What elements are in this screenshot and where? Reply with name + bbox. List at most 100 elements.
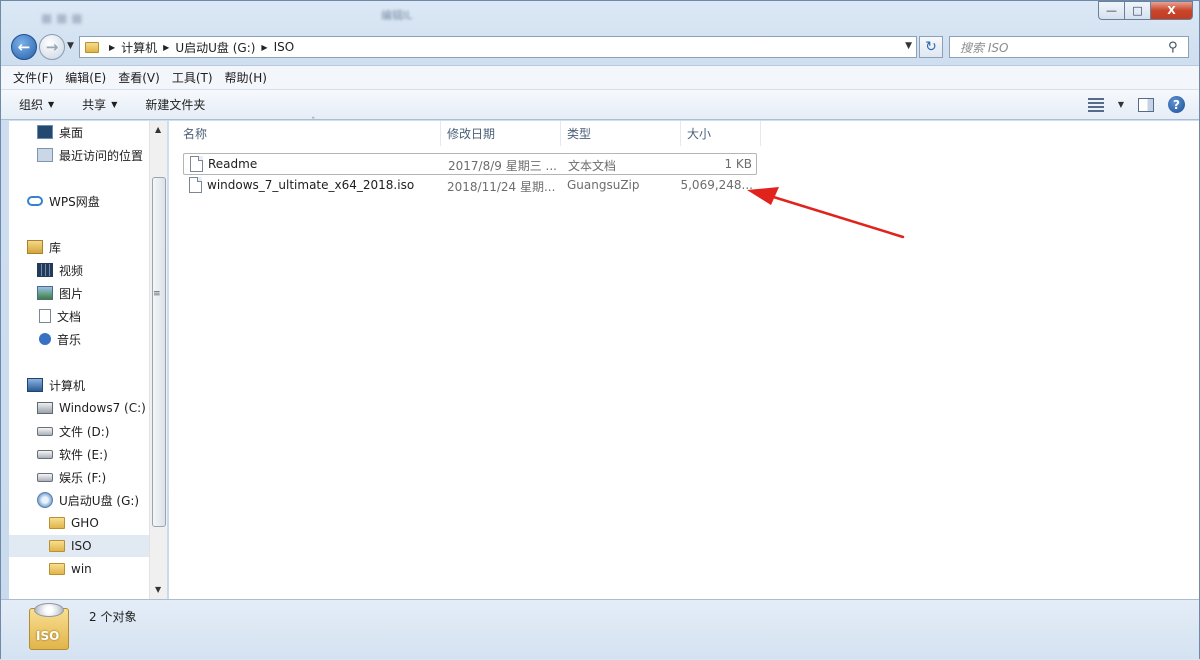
search-input[interactable]: 搜索 ISO ⚲ bbox=[949, 36, 1189, 58]
help-icon[interactable]: ? bbox=[1168, 96, 1185, 113]
menu-tools[interactable]: 工具(T) bbox=[166, 69, 219, 86]
change-view-icon[interactable] bbox=[1087, 97, 1104, 112]
column-label: 大小 bbox=[687, 127, 712, 141]
breadcrumb-chevron-icon[interactable]: ▶ bbox=[109, 43, 115, 52]
view-options-dropdown-icon[interactable]: ▼ bbox=[1118, 100, 1124, 109]
scroll-thumb[interactable] bbox=[152, 177, 166, 527]
new-folder-button[interactable]: 新建文件夹 bbox=[145, 96, 205, 113]
drive-icon bbox=[37, 449, 53, 459]
status-bar: ISO 2 个对象 bbox=[1, 599, 1199, 659]
close-button[interactable]: X bbox=[1150, 1, 1193, 20]
menu-help[interactable]: 帮助(H) bbox=[219, 69, 273, 86]
minimize-button[interactable]: — bbox=[1098, 1, 1124, 20]
nav-item-drive-e[interactable]: 软件 (E:) bbox=[37, 443, 167, 465]
address-history-dropdown-icon[interactable]: ▼ bbox=[905, 41, 912, 51]
title-icon-blur: ■ ■ ■ bbox=[41, 11, 83, 25]
file-type: 文本文档 bbox=[568, 159, 617, 173]
forward-button[interactable]: → bbox=[39, 34, 65, 60]
nav-item-recent[interactable]: 最近访问的位置 bbox=[37, 144, 167, 166]
file-date: 2018/11/24 星期... bbox=[447, 180, 555, 194]
menu-edit[interactable]: 编辑(E) bbox=[59, 69, 112, 86]
nav-item-drive-d[interactable]: 文件 (D:) bbox=[37, 420, 167, 442]
file-size: 1 KB bbox=[724, 157, 752, 171]
file-date: 2017/8/9 星期三 ... bbox=[448, 159, 556, 173]
share-label: 共享 bbox=[82, 98, 107, 112]
nav-item-video[interactable]: 视频 bbox=[37, 259, 167, 281]
menu-file[interactable]: 文件(F) bbox=[7, 69, 59, 86]
column-header-name[interactable]: 名称 ˆ bbox=[177, 117, 441, 146]
nav-label: WPS网盘 bbox=[49, 194, 100, 209]
menu-bar: 文件(F) 编辑(E) 查看(V) 工具(T) 帮助(H) bbox=[1, 65, 1199, 89]
scroll-up-icon[interactable]: ▲ bbox=[155, 125, 161, 134]
nav-label: 文件 (D:) bbox=[59, 424, 110, 439]
refresh-button[interactable]: ↻ bbox=[919, 36, 943, 58]
file-type: GuangsuZip bbox=[567, 178, 640, 192]
system-drive-icon bbox=[37, 402, 53, 414]
column-header-date[interactable]: 修改日期 bbox=[441, 121, 561, 146]
chevron-down-icon: ▼ bbox=[48, 100, 55, 109]
breadcrumb-chevron-icon[interactable]: ▶ bbox=[163, 43, 169, 52]
new-folder-label: 新建文件夹 bbox=[145, 98, 206, 112]
window-controls: — □ X bbox=[1098, 1, 1193, 20]
computer-icon bbox=[27, 378, 43, 392]
nav-item-drive-f[interactable]: 娱乐 (F:) bbox=[37, 466, 167, 488]
nav-item-wps[interactable]: WPS网盘 bbox=[27, 190, 167, 212]
nav-label: 音乐 bbox=[57, 332, 82, 347]
nav-item-desktop[interactable]: 桌面 bbox=[37, 121, 167, 143]
nav-item-computer[interactable]: 计算机 bbox=[27, 374, 167, 396]
chevron-down-icon: ▼ bbox=[111, 100, 118, 109]
scroll-down-icon[interactable]: ▼ bbox=[155, 585, 161, 594]
text-file-icon bbox=[190, 156, 203, 172]
nav-label: Windows7 (C:) bbox=[59, 401, 146, 415]
table-row[interactable]: windows_7_ultimate_x64_2018.iso 2018/11/… bbox=[183, 175, 757, 197]
breadcrumb-chevron-icon[interactable]: ▶ bbox=[261, 43, 267, 52]
nav-item-drive-c[interactable]: Windows7 (C:) bbox=[37, 397, 167, 419]
nav-label: win bbox=[71, 562, 92, 576]
sort-ascending-icon: ˆ bbox=[311, 117, 316, 127]
nav-label: 文档 bbox=[57, 309, 82, 324]
command-bar-right: ▼ ? bbox=[1087, 96, 1185, 113]
nav-scrollbar[interactable]: ▲ ≡ ▼ bbox=[149, 121, 167, 599]
music-icon bbox=[39, 333, 51, 345]
share-button[interactable]: 共享 ▼ bbox=[82, 96, 117, 113]
breadcrumb-iso[interactable]: ISO bbox=[274, 40, 295, 54]
nav-label: GHO bbox=[71, 516, 99, 530]
maximize-button[interactable]: □ bbox=[1124, 1, 1150, 20]
nav-item-library[interactable]: 库 bbox=[27, 236, 167, 258]
folder-icon bbox=[49, 517, 65, 529]
iso-file-icon bbox=[189, 177, 202, 193]
nav-item-documents[interactable]: 文档 bbox=[39, 305, 167, 327]
recent-pages-dropdown-icon[interactable]: ▼ bbox=[67, 41, 74, 51]
desktop-icon bbox=[37, 125, 53, 139]
folder-icon bbox=[49, 540, 65, 552]
document-icon bbox=[39, 309, 51, 323]
organize-button[interactable]: 组织 ▼ bbox=[19, 96, 54, 113]
address-row: ← → ▼ ▶ 计算机 ▶ U启动U盘 (G:) ▶ ISO ▼ ↻ 搜索 IS… bbox=[1, 31, 1199, 63]
picture-icon bbox=[37, 286, 53, 300]
column-header-type[interactable]: 类型 bbox=[561, 121, 681, 146]
menu-view[interactable]: 查看(V) bbox=[112, 69, 166, 86]
column-header-size[interactable]: 大小 bbox=[681, 121, 761, 146]
back-button[interactable]: ← bbox=[11, 34, 37, 60]
search-icon[interactable]: ⚲ bbox=[1168, 40, 1184, 55]
usb-disc-icon bbox=[37, 492, 53, 508]
address-bar[interactable]: ▶ 计算机 ▶ U启动U盘 (G:) ▶ ISO ▼ bbox=[79, 36, 917, 58]
iso-icon-label: ISO bbox=[36, 629, 60, 643]
preview-pane-icon[interactable] bbox=[1138, 97, 1154, 112]
file-size: 5,069,248... bbox=[680, 178, 753, 192]
video-icon bbox=[37, 263, 53, 277]
nav-item-drive-g[interactable]: U启动U盘 (G:) bbox=[37, 489, 167, 511]
nav-item-music[interactable]: 音乐 bbox=[39, 328, 167, 350]
breadcrumb-computer[interactable]: 计算机 bbox=[121, 39, 157, 56]
scroll-grip-icon: ≡ bbox=[153, 289, 161, 299]
disc-icon bbox=[34, 603, 64, 617]
breadcrumb-drive[interactable]: U启动U盘 (G:) bbox=[175, 39, 255, 56]
command-bar: 组织 ▼ 共享 ▼ 新建文件夹 ▼ ? bbox=[1, 89, 1199, 120]
organize-label: 组织 bbox=[19, 98, 44, 112]
window-title: 编辑IL bbox=[381, 9, 413, 22]
nav-item-pictures[interactable]: 图片 bbox=[37, 282, 167, 304]
nav-item-iso[interactable]: ISO bbox=[9, 535, 149, 557]
forward-arrow-icon: → bbox=[45, 38, 59, 56]
table-row[interactable]: Readme 2017/8/9 星期三 ... 文本文档 1 KB bbox=[183, 153, 757, 175]
nav-label: 计算机 bbox=[49, 378, 86, 393]
